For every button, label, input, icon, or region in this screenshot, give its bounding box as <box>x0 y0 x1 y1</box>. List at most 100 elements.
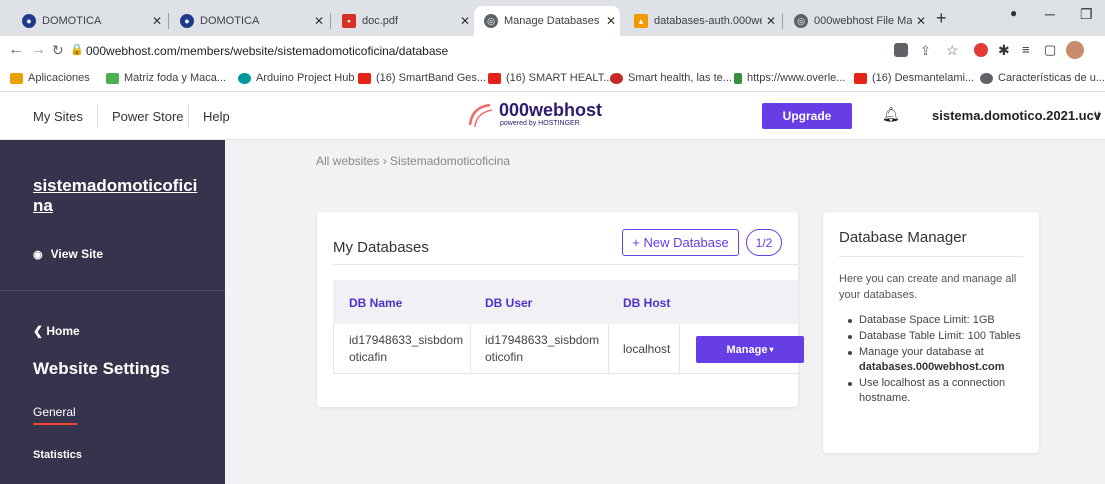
divider <box>839 256 1023 257</box>
bookmark-icon <box>106 72 119 84</box>
manage-label: Manage <box>726 343 768 356</box>
logo-swoosh-icon <box>468 103 493 128</box>
close-icon[interactable]: ✕ <box>912 14 930 28</box>
side-panel-icon[interactable]: ▢ <box>1044 42 1056 58</box>
database-icon: ▴ <box>634 14 648 28</box>
db-name-text: oticafin <box>349 350 388 364</box>
domotica-icon: ● <box>22 14 36 28</box>
db-user-text: oticofin <box>485 350 524 364</box>
bookmark-icon <box>610 72 623 84</box>
bell-icon[interactable]: 🔔︎ <box>882 106 900 123</box>
extension-icon[interactable] <box>974 43 988 57</box>
manager-info-list: Database Space Limit: 1GB Database Table… <box>839 313 1039 407</box>
profile-avatar[interactable] <box>1066 41 1084 59</box>
logo-text: 000webhost <box>499 100 603 120</box>
manage-dropdown-button[interactable]: Manage ▾ <box>696 336 804 363</box>
reading-list-icon[interactable]: ≡ <box>1022 42 1030 57</box>
minimize-icon[interactable]: ─ <box>1045 6 1055 22</box>
view-site-link[interactable]: ◉ View Site <box>33 247 103 261</box>
view-site-label: View Site <box>50 247 104 261</box>
bookmark-label: https://www.overle... <box>747 72 846 84</box>
databases-link[interactable]: databases.000webhost.com <box>859 361 1005 373</box>
site-header: My Sites Power Store Help 000webhost pow… <box>0 92 1105 140</box>
forward-icon[interactable]: → <box>30 41 46 59</box>
bookmark-item[interactable]: https://www.overle... <box>734 72 845 84</box>
db-host-cell: localhost <box>623 342 671 356</box>
reload-icon[interactable]: ↻ <box>52 42 64 59</box>
globe-icon: ◎ <box>794 14 808 28</box>
bookmark-item[interactable]: (16) SmartBand Ges... <box>358 72 486 84</box>
new-tab-icon[interactable]: + <box>936 8 947 29</box>
bookmark-item[interactable]: (16) SMART HEALT... <box>488 72 612 84</box>
new-database-button[interactable]: + New Database <box>622 229 739 256</box>
db-name-text: id17948633_sisbdom <box>349 333 464 347</box>
db-name-cell: id17948633_sisbdom oticafin <box>349 332 463 366</box>
close-icon[interactable]: ✕ <box>310 14 328 28</box>
breadcrumb: All websites › Sistemadomoticoficina <box>316 154 510 168</box>
arduino-icon <box>238 72 251 84</box>
browser-tab[interactable]: ◎ 000webhost File Mana ✕ <box>784 6 930 36</box>
close-icon[interactable]: ✕ <box>762 14 780 28</box>
bookmark-item[interactable]: Arduino Project Hub <box>238 72 354 84</box>
browser-toolbar: ← → ↻ 🔒 000webhost.com/members/website/s… <box>0 36 1105 66</box>
tab-title: 000webhost File Mana <box>814 15 912 27</box>
tab-search-icon[interactable]: ● <box>1010 6 1017 20</box>
list-item-text: Manage your database at <box>859 346 984 358</box>
chevron-left-icon: ❮ <box>33 324 47 338</box>
caret-down-icon: ▾ <box>769 345 774 354</box>
browser-tab[interactable]: ▴ databases-auth.000we ✕ <box>624 6 780 36</box>
nav-power-store[interactable]: Power Store <box>112 109 184 124</box>
db-user-text: id17948633_sisbdom <box>485 333 600 347</box>
puzzle-icon[interactable]: ✱ <box>998 42 1010 59</box>
translate-icon[interactable] <box>894 43 908 57</box>
close-icon[interactable]: ✕ <box>148 14 166 28</box>
home-label: Home <box>46 324 80 338</box>
list-item: Database Space Limit: 1GB <box>839 313 1039 328</box>
browser-tab[interactable]: ● DOMOTICA ✕ <box>170 6 328 36</box>
site-name-link[interactable]: sistemadomoticoficina <box>33 176 203 216</box>
youtube-icon <box>358 72 371 84</box>
column-header: DB Name <box>349 296 403 310</box>
breadcrumb-root[interactable]: All websites <box>316 154 379 168</box>
database-manager-card: Database Manager Here you can create and… <box>823 212 1039 453</box>
home-link[interactable]: ❮ Home <box>33 324 80 338</box>
manager-description: Here you can create and manage all your … <box>839 273 1017 301</box>
column-header: DB User <box>485 296 533 310</box>
back-icon[interactable]: ← <box>8 41 24 59</box>
bookmark-apps[interactable]: Aplicaciones <box>10 72 90 84</box>
sidebar-item-statistics[interactable]: Statistics <box>33 449 82 461</box>
bookmark-label: (16) SmartBand Ges... <box>376 72 487 84</box>
upgrade-button[interactable]: Upgrade <box>762 103 852 129</box>
close-icon[interactable]: ✕ <box>456 14 474 28</box>
share-icon[interactable]: ⇪ <box>920 43 931 59</box>
nav-my-sites[interactable]: My Sites <box>33 109 83 124</box>
card-title: My Databases <box>333 239 429 256</box>
database-count-badge: 1/2 <box>746 229 782 256</box>
sidebar-item-general[interactable]: General <box>33 405 76 419</box>
youtube-icon <box>488 72 501 84</box>
table-row: id17948633_sisbdom oticafin id17948633_s… <box>333 324 804 374</box>
bookmark-item[interactable]: Características de u... <box>980 72 1105 84</box>
browser-tab[interactable]: ▪ doc.pdf ✕ <box>332 6 474 36</box>
address-bar[interactable]: 000webhost.com/members/website/sistemado… <box>86 44 448 58</box>
table-header: DB Name DB User DB Host <box>333 280 798 324</box>
bookmark-label: Smart health, las te... <box>628 72 732 84</box>
card-title: Database Manager <box>839 229 967 246</box>
browser-tab[interactable]: ● DOMOTICA ✕ <box>12 6 166 36</box>
db-user-cell: id17948633_sisbdom oticofin <box>485 332 599 366</box>
restore-icon[interactable]: ❐ <box>1080 6 1093 23</box>
bookmark-item[interactable]: (16) Desmantelami... <box>854 72 974 84</box>
chevron-down-icon[interactable]: ∨ <box>1093 108 1101 121</box>
browser-tab-active[interactable]: ◎ Manage Databases ✕ <box>474 6 620 36</box>
tab-title: Manage Databases <box>504 15 600 27</box>
user-menu[interactable]: sistema.domotico.2021.ucv <box>932 108 1101 123</box>
logo-subtitle: powered by HOSTINGER <box>500 120 580 127</box>
bookmark-item[interactable]: Matriz foda y Maca... <box>106 72 226 84</box>
bookmark-label: (16) Desmantelami... <box>872 72 975 84</box>
close-icon[interactable]: ✕ <box>602 14 620 28</box>
star-icon[interactable]: ☆ <box>946 42 959 59</box>
bookmark-item[interactable]: Smart health, las te... <box>610 72 732 84</box>
pdf-icon: ▪ <box>342 14 356 28</box>
column-header: DB Host <box>623 296 671 310</box>
nav-help[interactable]: Help <box>203 109 230 124</box>
